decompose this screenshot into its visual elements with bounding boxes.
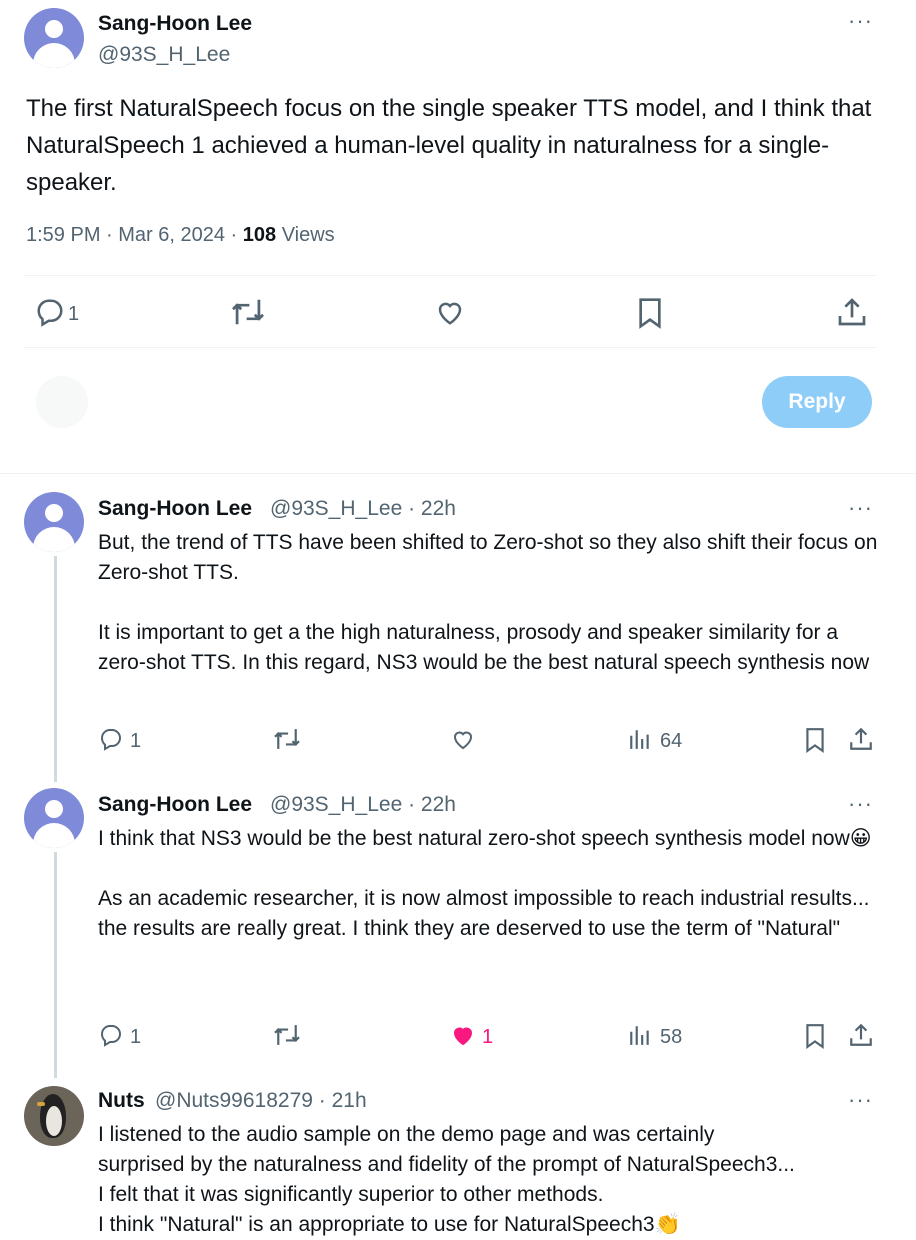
reply-count: 1 [130, 1026, 142, 1048]
more-icon[interactable]: ··· [848, 497, 873, 519]
retweet-icon[interactable] [272, 1023, 302, 1047]
author-name[interactable]: Sang-Hoon Lee [98, 497, 252, 521]
thread-line [54, 852, 57, 1078]
tweet-text: I listened to the audio sample on the de… [98, 1120, 898, 1240]
divider [24, 347, 876, 348]
tweet-timestamp[interactable]: 1:59 PM · Mar 6, 2024 · [26, 224, 243, 246]
views-count: 108 [242, 224, 277, 246]
bookmark-icon[interactable] [804, 1023, 826, 1049]
tweet-paragraph: I think that NS3 would be the best natur… [98, 827, 872, 850]
more-icon[interactable]: ··· [848, 1089, 873, 1111]
share-icon[interactable] [836, 296, 868, 328]
avatar[interactable] [24, 492, 84, 552]
tweet-text: But, the trend of TTS have been shifted … [98, 528, 888, 678]
more-icon[interactable]: ··· [848, 793, 873, 815]
retweet-icon[interactable] [272, 727, 302, 751]
author-handle[interactable]: @Nuts99618279 · 21h [155, 1089, 367, 1113]
tweet-paragraph: But, the trend of TTS have been shifted … [98, 531, 878, 584]
reply-icon[interactable] [98, 1023, 124, 1047]
tweet-line: I listened to the audio sample on the de… [98, 1123, 715, 1146]
views-count: 64 [660, 730, 683, 752]
author-name[interactable]: Sang-Hoon Lee [98, 793, 252, 817]
divider [24, 275, 876, 276]
bookmark-icon[interactable] [636, 297, 664, 329]
like-count: 1 [482, 1026, 494, 1048]
reply-icon[interactable] [98, 727, 124, 751]
tweet-line: I felt that it was significantly superio… [98, 1183, 604, 1206]
avatar[interactable] [24, 788, 84, 848]
tweet-meta: 1:59 PM · Mar 6, 2024 · 108 Views [26, 224, 335, 247]
share-icon[interactable] [848, 1022, 874, 1048]
heart-icon[interactable] [450, 727, 476, 751]
author-handle[interactable]: @93S_H_Lee · 22h [270, 497, 456, 521]
share-icon[interactable] [848, 726, 874, 752]
tweet-line: surprised by the naturalness and fidelit… [98, 1153, 795, 1176]
retweet-icon[interactable] [230, 297, 266, 327]
views-icon[interactable] [628, 728, 652, 750]
composer-avatar [36, 376, 88, 428]
author-name[interactable]: Sang-Hoon Lee [98, 12, 252, 36]
views-count: 58 [660, 1026, 683, 1048]
reply-icon[interactable] [34, 297, 66, 327]
reply-button[interactable]: Reply [762, 376, 872, 428]
author-name[interactable]: Nuts [98, 1089, 145, 1113]
tweet-paragraph: It is important to get a the high natura… [98, 621, 870, 674]
views-label: Views [276, 224, 335, 246]
tweet-text: I think that NS3 would be the best natur… [98, 824, 888, 944]
tweet-line: I think "Natural" is an appropriate to u… [98, 1213, 681, 1236]
author-handle[interactable]: @93S_H_Lee · 22h [270, 793, 456, 817]
bookmark-icon[interactable] [804, 727, 826, 753]
avatar[interactable] [24, 1086, 84, 1146]
views-icon[interactable] [628, 1024, 652, 1046]
heart-icon[interactable] [434, 297, 466, 327]
reply-count: 1 [68, 303, 80, 325]
heart-icon[interactable] [450, 1023, 476, 1047]
author-handle[interactable]: @93S_H_Lee [98, 43, 230, 67]
tweet-paragraph: As an academic researcher, it is now alm… [98, 887, 870, 940]
thread-line [54, 556, 57, 782]
tweet-text: The first NaturalSpeech focus on the sin… [26, 95, 872, 196]
reply-count: 1 [130, 730, 142, 752]
divider [0, 473, 916, 474]
avatar[interactable] [24, 8, 84, 68]
more-icon[interactable]: ··· [848, 10, 873, 32]
